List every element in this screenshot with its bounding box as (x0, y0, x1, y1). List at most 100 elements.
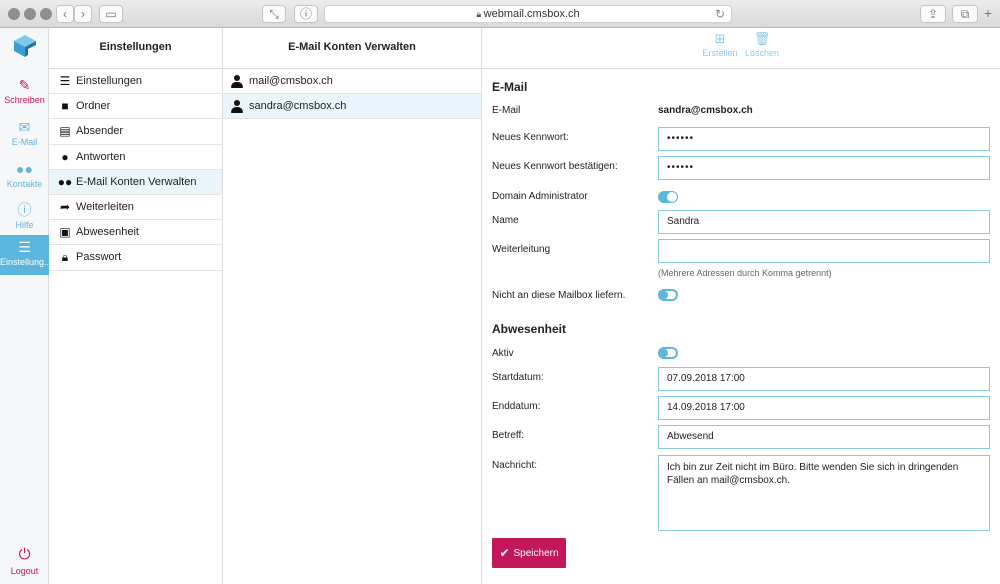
end-date-label: Enddatum: (492, 401, 541, 412)
zoom-window-icon[interactable] (40, 8, 52, 20)
account-detail: ⊞ Erstellen 🗑︎ Löschen E-Mail E-Mail san… (482, 28, 1000, 584)
settings-item-konten[interactable]: ●● E-Mail Konten Verwalten (49, 169, 222, 195)
new-password-field[interactable]: •••••• (658, 127, 990, 151)
contacts-icon: ●● (16, 161, 33, 177)
rail-logout-label: Logout (10, 566, 39, 576)
sliders-icon: ☰ (59, 74, 71, 89)
start-date-field[interactable]: 07.09.2018 17:00 (658, 367, 990, 391)
settings-item-label: Weiterleiten (76, 201, 134, 214)
folder-icon: ■ (61, 99, 69, 114)
person-icon (231, 99, 243, 113)
forwarding-label: Weiterleitung (492, 244, 551, 255)
email-section-title: E-Mail (492, 80, 528, 94)
compose-icon: ✎ (18, 77, 31, 93)
settings-item-label: Einstellungen (76, 75, 143, 88)
name-field[interactable]: Sandra (658, 210, 990, 234)
start-date-label: Startdatum: (492, 372, 544, 383)
confirm-password-label: Neues Kennwort bestätigen: (492, 161, 618, 172)
rail-compose-label: Schreiben (4, 95, 45, 105)
message-textarea[interactable]: Ich bin zur Zeit nicht im Büro. Bitte we… (658, 455, 990, 531)
settings-item-antworten[interactable]: ● Antworten (49, 145, 222, 170)
lock-icon: 🔒︎ (476, 9, 484, 19)
settings-title: Einstellungen (49, 28, 222, 69)
forward-icon[interactable]: › (74, 5, 92, 23)
create-button[interactable]: ⊞ Erstellen (700, 31, 740, 59)
accounts-panel: E-Mail Konten Verwalten mail@cmsbox.ch s… (223, 28, 482, 584)
account-email: mail@cmsbox.ch (249, 75, 333, 87)
settings-item-einstellungen[interactable]: ☰ Einstellungen (49, 69, 222, 95)
back-icon[interactable]: ‹ (56, 5, 74, 23)
no-deliver-toggle[interactable] (658, 289, 678, 301)
reader-icon[interactable]: ⓘ (294, 5, 318, 23)
domain-admin-toggle[interactable] (658, 191, 678, 203)
message-label: Nachricht: (492, 460, 538, 471)
address-bar[interactable]: 🔒︎ webmail.cmsbox.ch ↻ (324, 5, 732, 23)
subject-field[interactable]: Abwesend (658, 425, 990, 449)
new-tab-icon[interactable]: + (984, 5, 992, 21)
fullscreen-icon[interactable]: ⤡ (262, 5, 286, 23)
speech-bubble-icon: ● (61, 149, 69, 164)
rail-help[interactable]: ⓘ Hilfe (0, 198, 49, 238)
forward-arrow-icon: ➦ (59, 200, 71, 215)
close-window-icon[interactable] (8, 8, 20, 20)
settings-panel: Einstellungen ☰ Einstellungen ■ Ordner ▤… (49, 28, 223, 584)
rail-settings-label: Einstellung... (0, 257, 52, 267)
settings-icon: ☰ (18, 239, 31, 255)
domain-admin-label: Domain Administrator (492, 191, 588, 202)
settings-item-abwesenheit[interactable]: ▣ Abwesenheit (49, 220, 222, 246)
settings-item-weiterleiten[interactable]: ➦ Weiterleiten (49, 195, 222, 221)
forwarding-field[interactable] (658, 239, 990, 263)
absence-section-title: Abwesenheit (492, 322, 567, 336)
trash-icon: 🗑︎ (753, 31, 771, 46)
rail-contacts[interactable]: ●● Kontakte (0, 157, 49, 197)
info-icon: ⓘ (17, 202, 32, 218)
delete-button[interactable]: 🗑︎ Löschen (742, 31, 782, 59)
email-label: E-Mail (492, 105, 521, 116)
rail-compose[interactable]: ✎ Schreiben (0, 73, 49, 113)
delete-label: Löschen (744, 48, 780, 58)
plus-square-icon: ⊞ (714, 31, 726, 46)
mail-icon: ✉ (18, 119, 31, 135)
settings-item-label: Abwesenheit (76, 226, 139, 239)
settings-item-label: Antworten (76, 150, 126, 163)
power-icon: ⏻ (18, 546, 31, 563)
rail-settings[interactable]: ☰ Einstellung... (0, 235, 52, 275)
name-label: Name (492, 215, 519, 226)
absence-active-label: Aktiv (492, 348, 514, 359)
users-icon: ●● (57, 174, 73, 189)
rail-contacts-label: Kontakte (6, 179, 43, 189)
share-icon[interactable]: ⇪ (920, 5, 946, 23)
rail-email-label: E-Mail (11, 137, 38, 147)
email-value: sandra@cmsbox.ch (658, 105, 753, 116)
settings-item-passwort[interactable]: 🔒︎ Passwort (49, 245, 222, 271)
id-card-icon: ▤ (59, 124, 71, 139)
settings-item-absender[interactable]: ▤ Absender (49, 119, 222, 145)
account-row[interactable]: sandra@cmsbox.ch (223, 94, 481, 119)
save-button[interactable]: ✔ Speichern (492, 538, 566, 568)
tabs-overview-icon[interactable]: ⧉ (952, 5, 978, 23)
account-row[interactable]: mail@cmsbox.ch (223, 69, 481, 94)
settings-item-label: E-Mail Konten Verwalten (76, 175, 197, 188)
settings-item-ordner[interactable]: ■ Ordner (49, 94, 222, 120)
accounts-title: E-Mail Konten Verwalten (223, 28, 481, 69)
settings-item-label: Absender (76, 125, 124, 138)
subject-label: Betreff: (492, 430, 525, 441)
calendar-x-icon: ▣ (59, 225, 71, 240)
reload-icon[interactable]: ↻ (715, 6, 725, 22)
settings-item-label: Ordner (76, 100, 111, 113)
confirm-password-field[interactable]: •••••• (658, 156, 990, 180)
save-label: Speichern (513, 547, 559, 559)
detail-toolbar: ⊞ Erstellen 🗑︎ Löschen (482, 28, 1000, 69)
cmsbox-logo (14, 35, 36, 57)
absence-active-toggle[interactable] (658, 347, 678, 359)
end-date-field[interactable]: 14.09.2018 17:00 (658, 396, 990, 420)
rail-help-label: Hilfe (15, 220, 34, 230)
sidebar-toggle-icon[interactable]: ▭ (99, 5, 123, 23)
minimize-window-icon[interactable] (24, 8, 36, 20)
checkmark-icon: ✔ (499, 546, 510, 560)
app-rail: ✎ Schreiben ✉ E-Mail ●● Kontakte ⓘ Hilfe… (0, 28, 52, 584)
url-text: webmail.cmsbox.ch (483, 8, 580, 20)
rail-email[interactable]: ✉ E-Mail (0, 115, 49, 155)
lock-icon: 🔒︎ (61, 249, 69, 264)
rail-logout[interactable]: ⏻ Logout (0, 546, 49, 576)
